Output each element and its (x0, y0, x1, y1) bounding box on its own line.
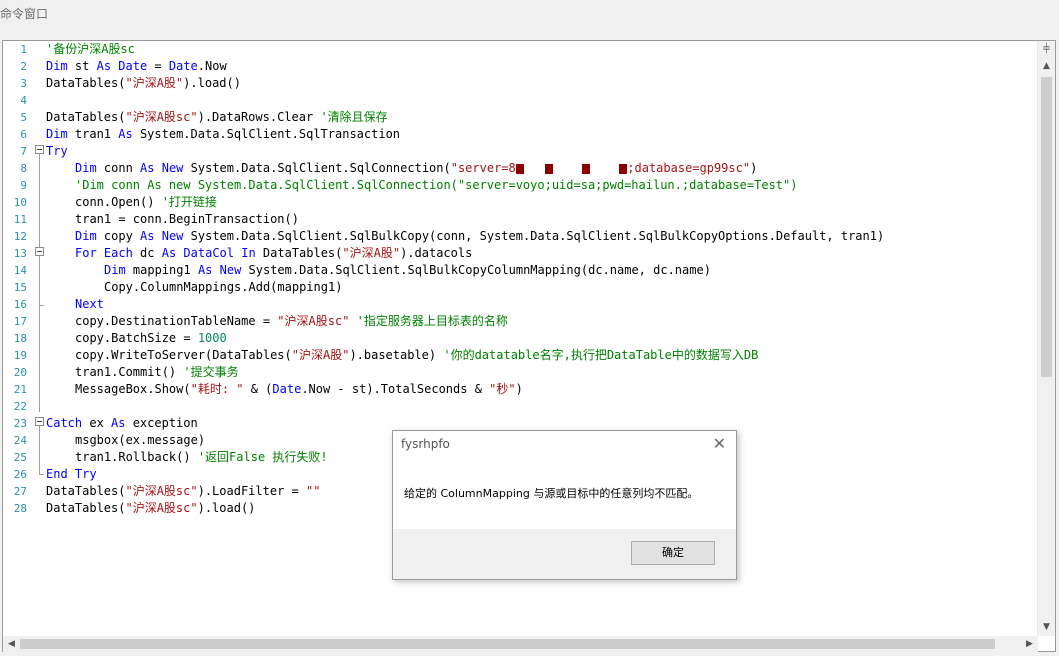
fold-toggle-for[interactable] (35, 247, 44, 256)
line-number: 18 (13, 332, 27, 345)
code-line: Next (75, 297, 104, 311)
split-icon[interactable]: ⫩ (1038, 41, 1055, 58)
code-line: DataTables("沪深A股sc").load() (46, 501, 256, 515)
ok-button[interactable]: 确定 (631, 541, 715, 565)
line-number: 7 (20, 145, 27, 158)
code-line: conn.Open() '打开链接 (75, 195, 217, 209)
code-line: DataTables("沪深A股sc").LoadFilter = "" (46, 484, 321, 498)
line-number: 6 (20, 128, 27, 141)
code-line: copy.DestinationTableName = "沪深A股sc" '指定… (75, 314, 508, 328)
line-number: 28 (13, 502, 27, 515)
line-number: 22 (13, 400, 27, 413)
code-line: Dim tran1 As System.Data.SqlClient.SqlTr… (46, 127, 401, 141)
line-number: 12 (13, 230, 27, 243)
line-number: 19 (13, 349, 27, 362)
dialog-title: fysrhpfo (401, 437, 450, 451)
line-number: 16 (13, 298, 27, 311)
code-line: '备份沪深A股sc (46, 42, 135, 56)
code-line: tran1.Rollback() '返回False 执行失败! (75, 450, 328, 464)
code-line: msgbox(ex.message) (75, 433, 206, 447)
line-number: 10 (13, 196, 27, 209)
line-number: 9 (20, 179, 27, 192)
line-number-gutter: 1 2 3 4 5 6 7 8 9 10 11 12 13 14 15 16 1… (3, 41, 31, 636)
code-line: 'Dim conn As new System.Data.SqlClient.S… (75, 178, 798, 192)
code-line: Catch ex As exception (46, 416, 198, 430)
line-number: 8 (20, 162, 27, 175)
dialog-footer: 确定 (393, 529, 736, 579)
error-dialog: fysrhpfo ✕ 给定的 ColumnMapping 与源或目标中的任意列均… (392, 430, 737, 580)
code-line: DataTables("沪深A股").load() (46, 76, 241, 90)
line-number: 24 (13, 434, 27, 447)
line-number: 23 (13, 417, 27, 430)
line-number: 20 (13, 366, 27, 379)
line-number: 15 (13, 281, 27, 294)
code-line: Dim conn As New System.Data.SqlClient.Sq… (75, 161, 758, 175)
horizontal-scroll-thumb[interactable] (20, 639, 995, 649)
horizontal-scrollbar[interactable]: ◀ ▶ (3, 636, 1038, 652)
window-title: 命令窗口 (0, 7, 49, 21)
code-line: copy.BatchSize = 1000 (75, 331, 227, 345)
line-number: 3 (20, 77, 27, 90)
code-line: For Each dc As DataCol In DataTables("沪深… (75, 246, 473, 260)
fold-end-marker (39, 305, 44, 306)
code-line: Dim copy As New System.Data.SqlClient.Sq… (75, 229, 885, 243)
code-line: End Try (46, 467, 97, 481)
code-line: tran1.Commit() '提交事务 (75, 365, 239, 379)
vertical-scroll-thumb[interactable] (1041, 77, 1052, 377)
line-number: 13 (13, 247, 27, 260)
redacted-mark (515, 163, 524, 174)
line-number: 26 (13, 468, 27, 481)
line-number: 27 (13, 485, 27, 498)
line-number: 17 (13, 315, 27, 328)
scroll-left-icon[interactable]: ◀ (3, 636, 20, 652)
vertical-scrollbar[interactable]: ⫩ ▲ ▼ (1037, 41, 1055, 636)
code-line: Dim st As Date = Date.Now (46, 59, 227, 73)
dialog-message: 给定的 ColumnMapping 与源或目标中的任意列均不匹配。 (404, 487, 699, 500)
code-line: DataTables("沪深A股sc").DataRows.Clear '清除且… (46, 110, 388, 124)
code-line: tran1 = conn.BeginTransaction() (75, 212, 299, 226)
scroll-down-icon[interactable]: ▼ (1038, 619, 1055, 636)
code-line: Dim mapping1 As New System.Data.SqlClien… (104, 263, 711, 277)
fold-end-marker (39, 474, 44, 475)
close-icon[interactable]: ✕ (713, 434, 726, 453)
fold-guide-line (39, 426, 40, 474)
code-line: MessageBox.Show("耗时: " & (Date.Now - st)… (75, 382, 523, 396)
line-number: 11 (13, 213, 27, 226)
line-number: 14 (13, 264, 27, 277)
code-line: Copy.ColumnMappings.Add(mapping1) (104, 280, 343, 294)
line-number: 4 (20, 94, 27, 107)
scroll-up-icon[interactable]: ▲ (1038, 58, 1055, 75)
title-bar: 命令窗口 (0, 0, 1059, 40)
code-line: Try (46, 144, 68, 158)
code-line: copy.WriteToServer(DataTables("沪深A股").ba… (75, 348, 759, 362)
line-number: 5 (20, 111, 27, 124)
line-number: 2 (20, 60, 27, 73)
line-number: 25 (13, 451, 27, 464)
scroll-right-icon[interactable]: ▶ (1021, 636, 1038, 652)
line-number: 1 (20, 43, 27, 56)
fold-toggle-try[interactable] (35, 145, 44, 154)
line-number: 21 (13, 383, 27, 396)
fold-guide-line (39, 154, 40, 412)
fold-toggle-catch[interactable] (35, 417, 44, 426)
